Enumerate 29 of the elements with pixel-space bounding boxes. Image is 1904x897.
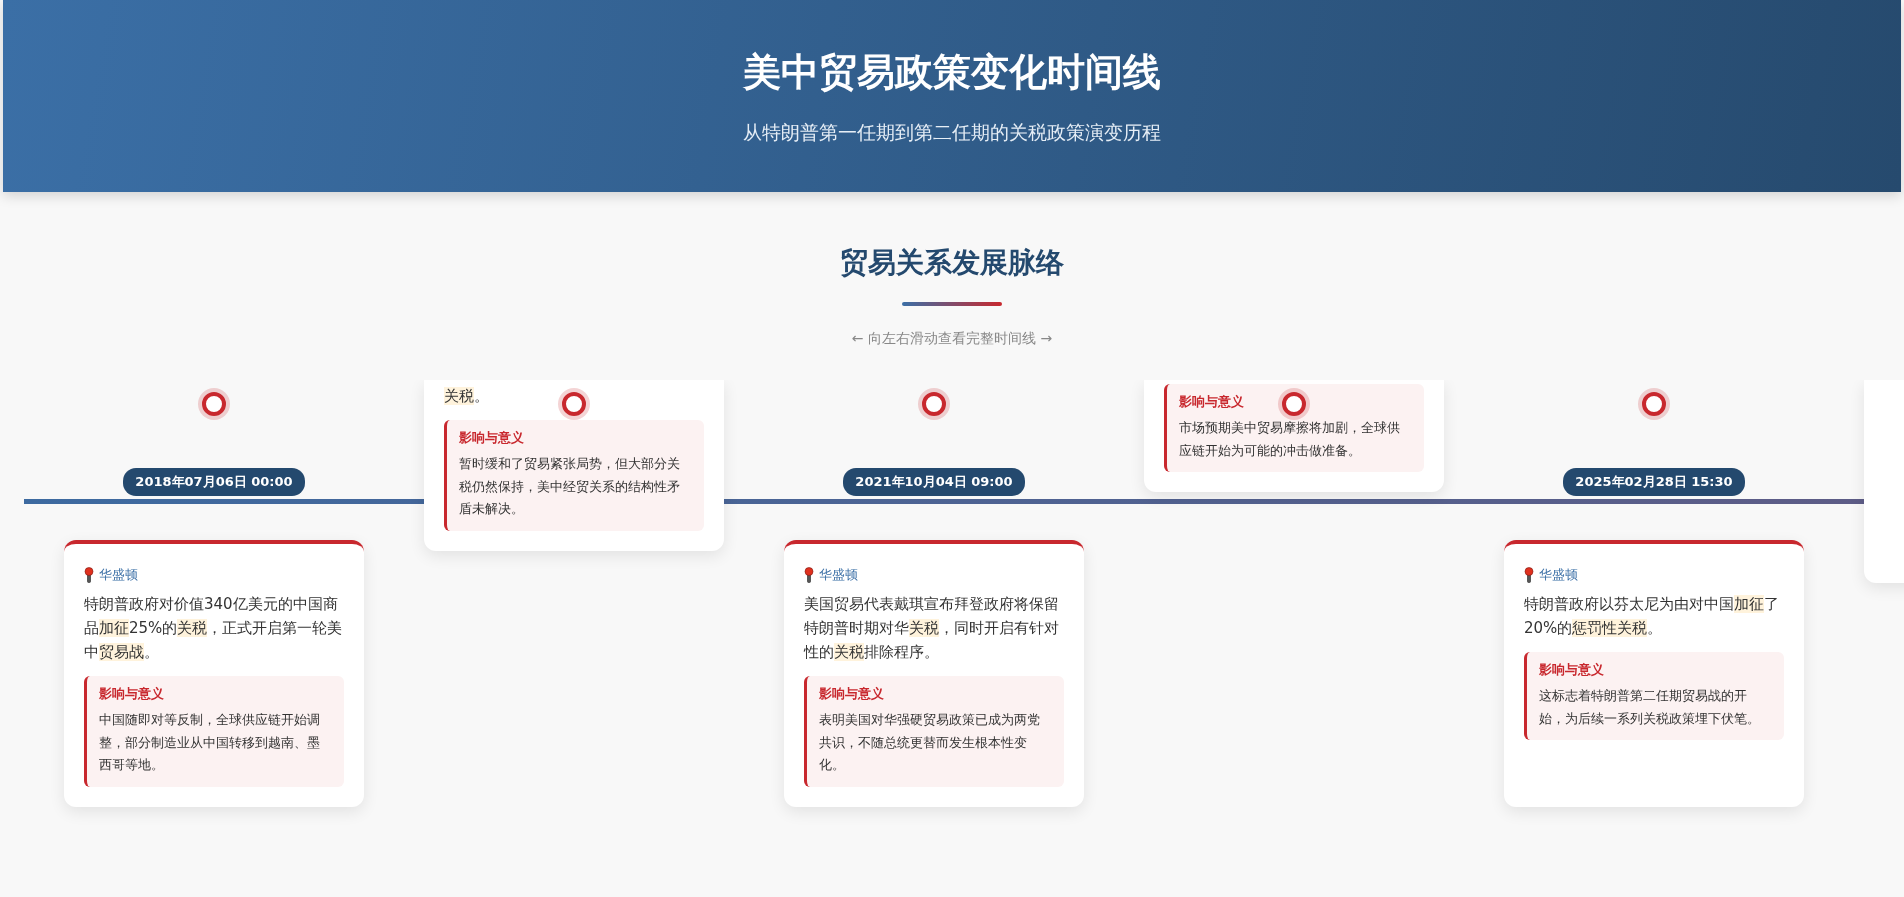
event-description: 特朗普政府对价值340亿美元的中国商品加征25%的关税，正式开启第一轮美中贸易战。 bbox=[84, 594, 344, 663]
event-description: 美国贸易代表戴琪宣布拜登政府将保留特朗普时期对华关税，同时开启有针对性的关税排除程序。 bbox=[804, 594, 1060, 663]
date-badge: 2025年02月28日 15:30 bbox=[1563, 468, 1745, 496]
event-description: 特朗普政府以芬太尼为由对中国加征了20%的惩罚性关税。 bbox=[1524, 594, 1780, 639]
page-title: 美中贸易政策变化时间线 bbox=[743, 48, 1161, 96]
location-label: 华盛顿 bbox=[1539, 566, 1578, 584]
impact-text: 这标志着特朗普第二任期贸易战的开始，为后续一系列关税政策埋下伏笔。 bbox=[1539, 687, 1761, 728]
timeline-dot bbox=[1642, 392, 1666, 416]
section-title: 贸易关系发展脉络 bbox=[840, 245, 1064, 281]
pin-icon bbox=[1524, 567, 1534, 583]
impact-text: 中国随即对等反制，全球供应链开始调整，部分制造业从中国转移到越南、墨西哥等地。 bbox=[99, 711, 321, 774]
impact-title: 影响与意义 bbox=[459, 430, 524, 447]
impact-text: 表明美国对华强硬贸易政策已成为两党共识，不随总统更替而发生根本性变化。 bbox=[819, 711, 1041, 774]
pin-icon bbox=[804, 567, 814, 583]
impact-text: 暂时缓和了贸易紧张局势，但大部分关税仍然保持，美中经贸关系的结构性矛盾未解决。 bbox=[459, 455, 681, 518]
impact-title: 影响与意义 bbox=[819, 686, 884, 703]
scroll-hint: ← 向左右滑动查看完整时间线 → bbox=[851, 330, 1053, 348]
date-badge: 2021年10月04日 09:00 bbox=[843, 468, 1025, 496]
timeline-dot bbox=[922, 392, 946, 416]
impact-text: 市场预期美中贸易摩擦将加剧，全球供应链开始为可能的冲击做准备。 bbox=[1179, 419, 1401, 460]
timeline-dot bbox=[202, 392, 226, 416]
location-label: 华盛顿 bbox=[99, 566, 138, 584]
page-subtitle: 从特朗普第一任期到第二任期的关税政策演变历程 bbox=[743, 119, 1161, 145]
impact-title: 影响与意义 bbox=[99, 686, 164, 703]
date-badge: 2018年07月06日 00:00 bbox=[123, 468, 305, 496]
impact-title: 影响与意义 bbox=[1539, 662, 1604, 679]
impact-title: 影响与意义 bbox=[1179, 394, 1244, 411]
location-label: 华盛顿 bbox=[819, 566, 858, 584]
pin-icon bbox=[84, 567, 94, 583]
